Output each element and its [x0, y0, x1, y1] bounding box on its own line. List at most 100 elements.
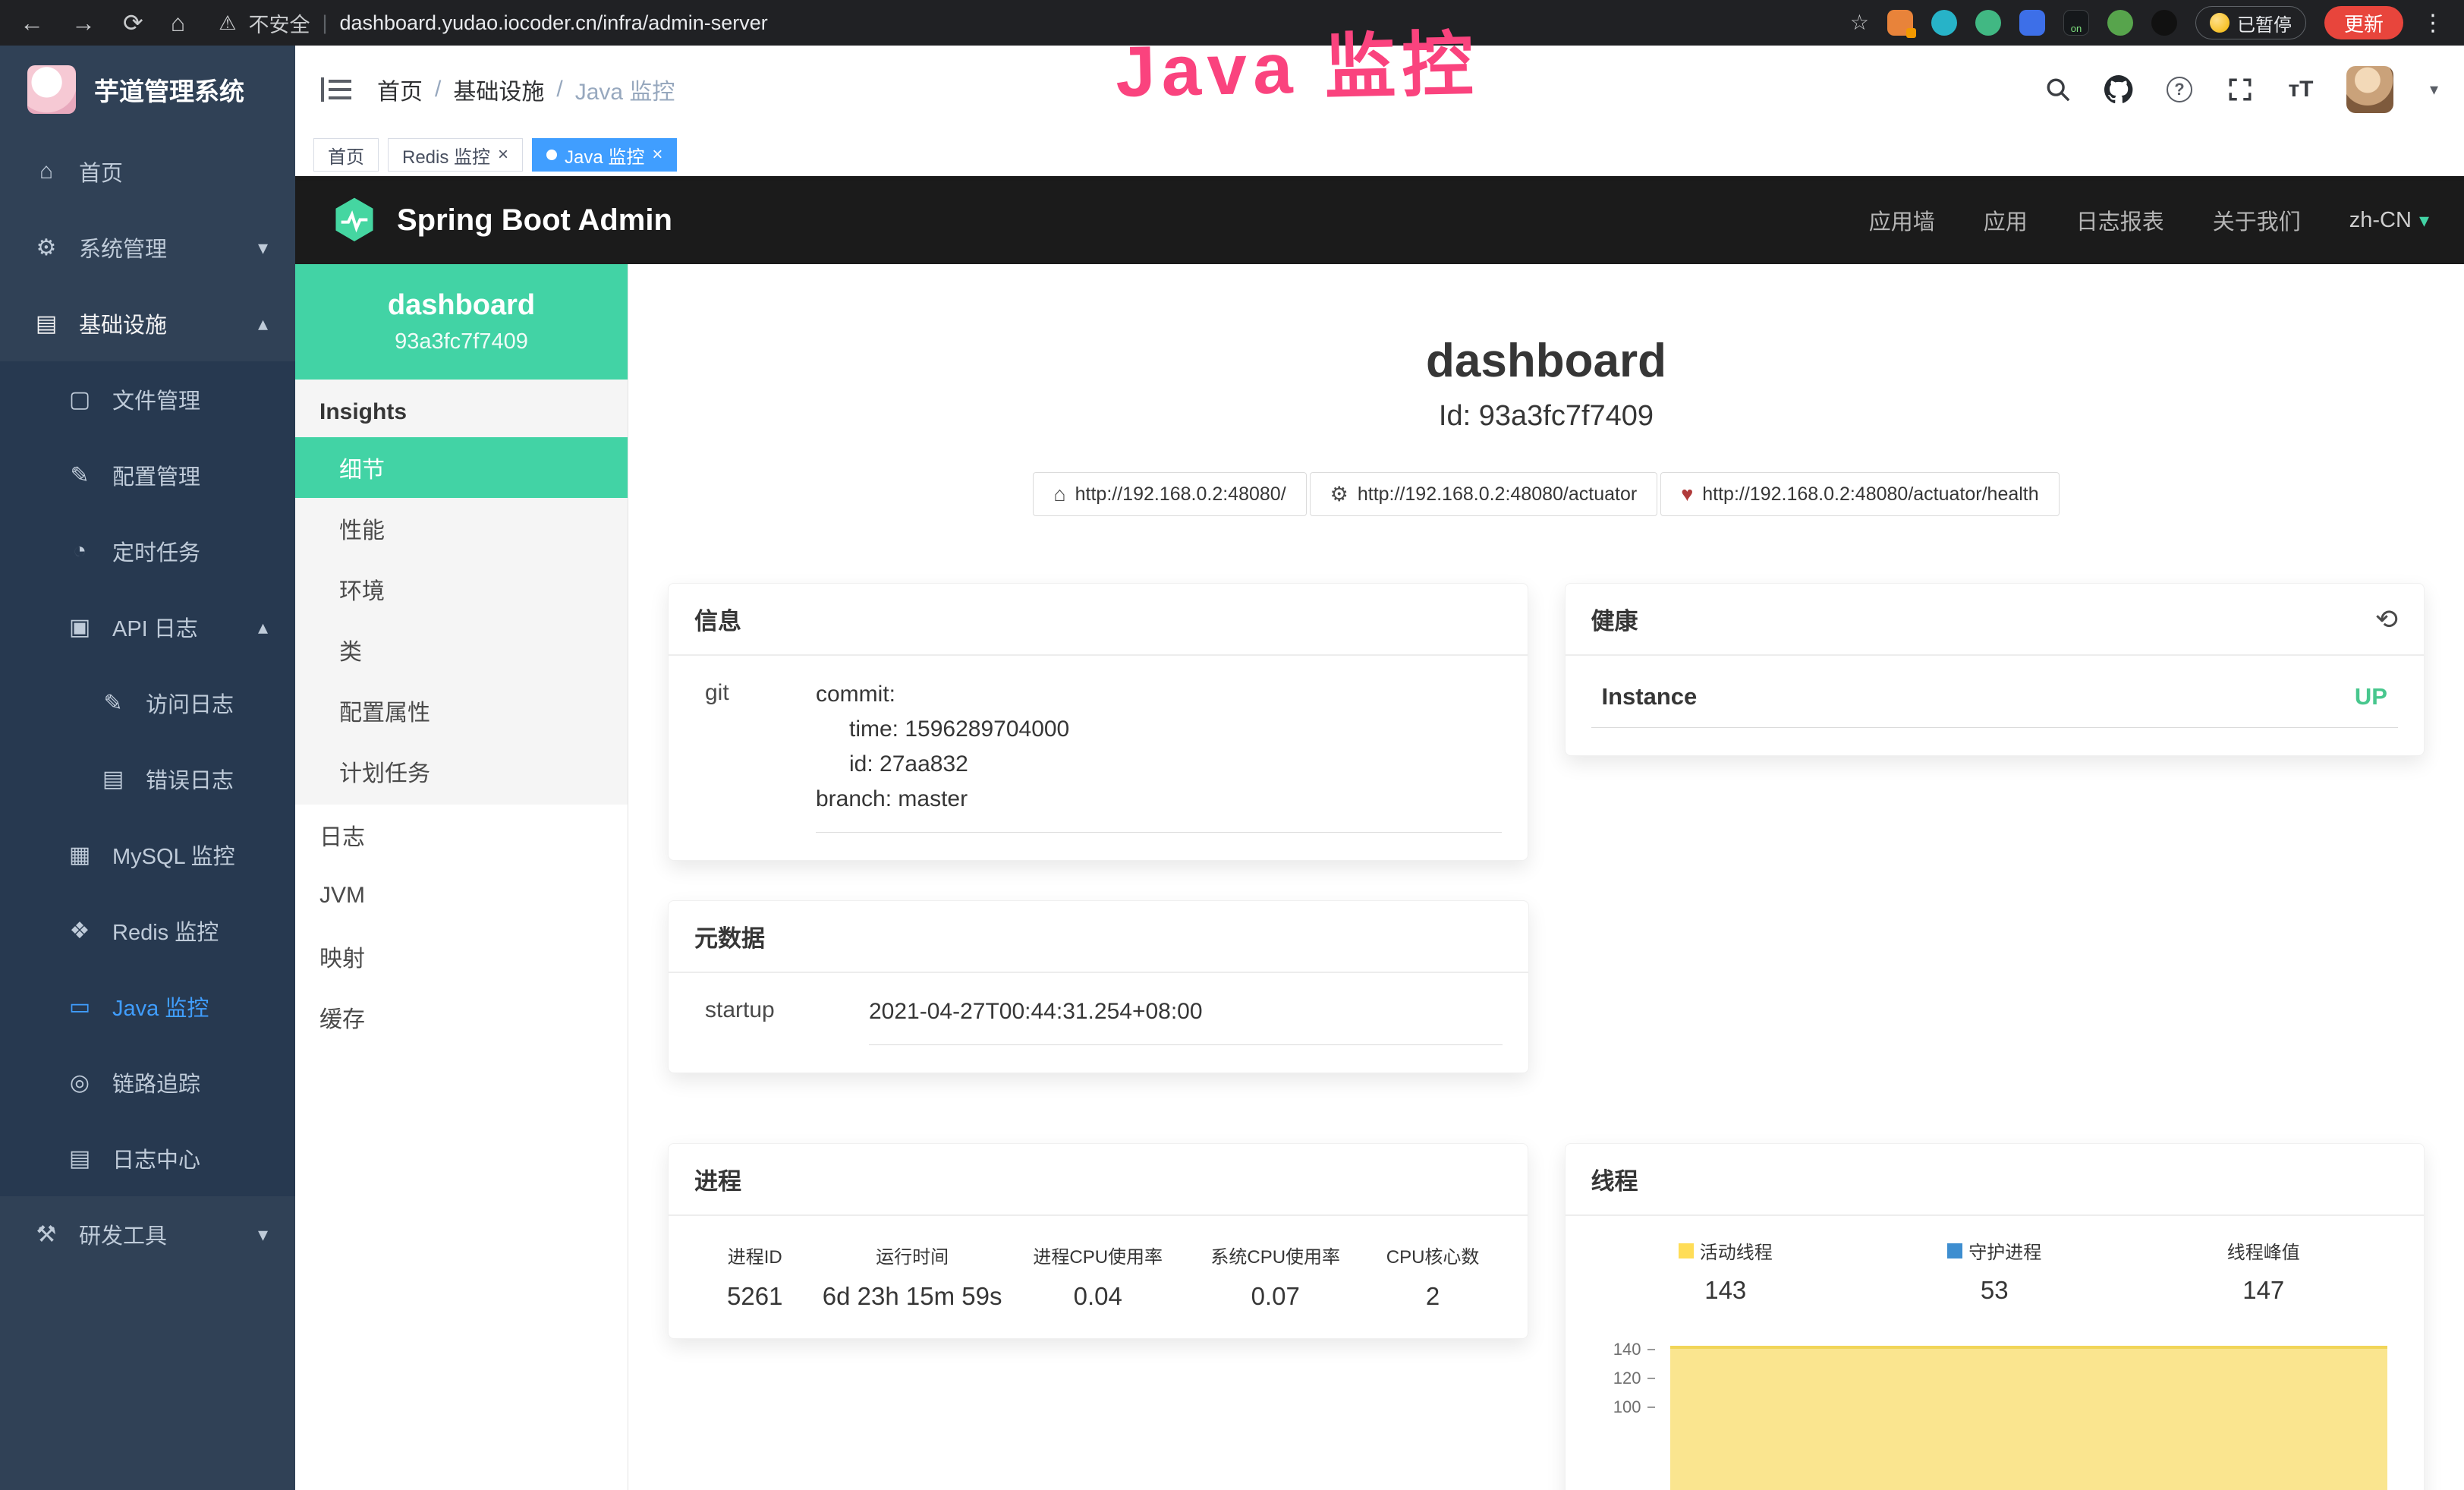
- sidebar-item-dev-tools[interactable]: ⚒ 研发工具 ▾: [0, 1196, 295, 1272]
- health-instance-row[interactable]: Instance UP: [1591, 677, 2399, 728]
- sidebar-item-infrastructure[interactable]: ▤ 基础设施 ▴: [0, 285, 295, 361]
- sba-menu-scheduledtasks[interactable]: 计划任务: [295, 741, 628, 802]
- proxy-switch-icon[interactable]: [2063, 10, 2089, 36]
- sba-nav-wallboard[interactable]: 应用墙: [1869, 204, 1935, 236]
- home-icon[interactable]: ⌂: [171, 11, 185, 35]
- sidebar-item-mysql-monitor[interactable]: ▦ MySQL 监控: [0, 817, 295, 893]
- extension-icon-4[interactable]: [2019, 10, 2045, 36]
- tab-label: 首页: [328, 142, 364, 169]
- bookmark-star-icon[interactable]: ☆: [1850, 12, 1869, 33]
- sba-instance-header[interactable]: dashboard 93a3fc7f7409: [295, 264, 628, 380]
- extension-icon-2[interactable]: [1931, 10, 1957, 36]
- app-logo-row[interactable]: 芋道管理系统: [0, 46, 295, 134]
- profile-paused-badge[interactable]: 已暂停: [2195, 6, 2306, 39]
- threads-card: 线程 活动线程 143: [1565, 1143, 2425, 1490]
- sidebar-item-access-logs[interactable]: ✎ 访问日志: [0, 665, 295, 741]
- chrome-update-button[interactable]: 更新: [2324, 6, 2403, 39]
- breadcrumb-home[interactable]: 首页: [377, 73, 423, 106]
- active-threads-area: [1670, 1346, 2388, 1490]
- help-icon[interactable]: ?: [2164, 74, 2195, 105]
- tab-home[interactable]: 首页: [313, 138, 379, 172]
- collapse-sidebar-icon[interactable]: [321, 77, 351, 102]
- infrastructure-submenu: ▢ 文件管理 ✎ 配置管理 ◔ 定时任务 ▣ API 日志 ▴ ✎: [0, 361, 295, 1196]
- chevron-up-icon: ▴: [258, 312, 268, 335]
- address-separator: |: [322, 11, 327, 35]
- extension-icon-6[interactable]: [2107, 10, 2133, 36]
- sidebar-item-redis-monitor[interactable]: ❖ Redis 监控: [0, 893, 295, 969]
- font-size-icon[interactable]: тT: [2286, 74, 2316, 105]
- browser-menu-icon[interactable]: ⋮: [2422, 10, 2444, 36]
- vue-devtools-icon[interactable]: [1975, 10, 2001, 36]
- extension-icon-7[interactable]: [2151, 10, 2177, 36]
- metadata-card-title: 元数据: [694, 919, 765, 953]
- extension-icon-1[interactable]: [1887, 10, 1913, 36]
- sba-menu-logs[interactable]: 日志: [295, 805, 628, 865]
- browser-toolbar: ← → ⟳ ⌂ ⚠ 不安全 | dashboard.yudao.iocoder.…: [0, 0, 2464, 46]
- process-col-header: 进程CPU使用率: [1014, 1242, 1182, 1268]
- sidebar-item-label: 系统管理: [79, 232, 167, 263]
- chevron-up-icon: ▴: [258, 616, 268, 639]
- instance-title: dashboard: [628, 334, 2464, 388]
- sidebar-item-label: 访问日志: [146, 687, 234, 719]
- infrastructure-icon: ▤: [33, 310, 59, 337]
- sba-menu-jvm[interactable]: JVM: [295, 865, 628, 926]
- daemon-threads-swatch: [1947, 1243, 1962, 1258]
- search-icon[interactable]: [2043, 74, 2073, 105]
- reload-icon[interactable]: ⟳: [123, 11, 143, 35]
- sidebar-item-label: 配置管理: [112, 459, 200, 491]
- history-icon[interactable]: ⟲: [2375, 603, 2398, 635]
- page-url[interactable]: dashboard.yudao.iocoder.cn/infra/admin-s…: [339, 11, 767, 35]
- instance-home-link[interactable]: ⌂ http://192.168.0.2:48080/: [1033, 472, 1306, 516]
- process-col-header: 系统CPU使用率: [1191, 1242, 1360, 1268]
- breadcrumb-infra[interactable]: 基础设施: [453, 73, 544, 106]
- sba-menu-metrics[interactable]: 性能: [295, 498, 628, 559]
- legend-label: 守护进程: [1968, 1237, 2041, 1264]
- address-bar[interactable]: ⚠ 不安全 | dashboard.yudao.iocoder.cn/infra…: [219, 8, 1850, 38]
- sba-language-select[interactable]: zh-CN ▾: [2349, 208, 2429, 233]
- sba-menu-classes[interactable]: 类: [295, 619, 628, 680]
- close-icon[interactable]: ×: [498, 146, 508, 164]
- sba-menu-caches[interactable]: 缓存: [295, 987, 628, 1047]
- fullscreen-icon[interactable]: [2225, 74, 2255, 105]
- security-label: 不安全: [248, 8, 310, 38]
- forward-icon[interactable]: →: [71, 11, 96, 35]
- sidebar-item-api-logs[interactable]: ▣ API 日志 ▴: [0, 589, 295, 665]
- sidebar-item-error-logs[interactable]: ▤ 错误日志: [0, 741, 295, 817]
- sba-menu-details[interactable]: 细节: [295, 437, 628, 498]
- system-cpu: 0.07: [1191, 1282, 1360, 1311]
- sidebar-item-java-monitor[interactable]: ▭ Java 监控: [0, 969, 295, 1044]
- sba-menu-configprops[interactable]: 配置属性: [295, 680, 628, 741]
- git-branch-line: branch: master: [816, 782, 1502, 817]
- sba-nav-journal[interactable]: 日志报表: [2076, 204, 2164, 236]
- sidebar-item-home[interactable]: ⌂ 首页: [0, 134, 295, 209]
- cpu-cores: 2: [1369, 1282, 1497, 1311]
- sba-menu-mappings[interactable]: 映射: [295, 926, 628, 987]
- sidebar-item-system-mgmt[interactable]: ⚙ 系统管理 ▾: [0, 209, 295, 285]
- chevron-down-icon: ▾: [258, 236, 268, 260]
- sidebar-item-log-center[interactable]: ▤ 日志中心: [0, 1120, 295, 1196]
- daemon-threads-value: 53: [1860, 1276, 2129, 1305]
- breadcrumb-current: Java 监控: [575, 73, 675, 106]
- breadcrumb-separator: /: [556, 77, 562, 102]
- sba-nav-about[interactable]: 关于我们: [2213, 204, 2301, 236]
- github-icon[interactable]: [2104, 74, 2134, 105]
- sidebar-item-file-mgmt[interactable]: ▢ 文件管理: [0, 361, 295, 437]
- close-icon[interactable]: ×: [652, 146, 662, 164]
- java-monitor-icon: ▭: [67, 994, 93, 1020]
- instance-links: ⌂ http://192.168.0.2:48080/ ⚙ http://192…: [628, 472, 2464, 516]
- sidebar-item-tracing[interactable]: ◎ 链路追踪: [0, 1044, 295, 1120]
- instance-actuator-link[interactable]: ⚙ http://192.168.0.2:48080/actuator: [1310, 472, 1658, 516]
- tab-java-monitor[interactable]: Java 监控 ×: [532, 138, 677, 172]
- avatar-caret-icon[interactable]: ▾: [2430, 80, 2438, 99]
- sidebar-item-config-mgmt[interactable]: ✎ 配置管理: [0, 437, 295, 513]
- user-avatar[interactable]: [2346, 66, 2393, 113]
- process-pid: 5261: [699, 1282, 811, 1311]
- back-icon[interactable]: ←: [20, 11, 44, 35]
- sidebar-item-scheduled-jobs[interactable]: ◔ 定时任务: [0, 513, 295, 589]
- sba-brand-title[interactable]: Spring Boot Admin: [397, 203, 672, 238]
- sba-menu-environment[interactable]: 环境: [295, 559, 628, 619]
- tab-redis-monitor[interactable]: Redis 监控 ×: [388, 138, 523, 172]
- sba-nav-applications[interactable]: 应用: [1984, 204, 2028, 236]
- instance-health-link[interactable]: ♥ http://192.168.0.2:48080/actuator/heal…: [1660, 472, 2059, 516]
- sidebar-item-label: 研发工具: [79, 1218, 167, 1250]
